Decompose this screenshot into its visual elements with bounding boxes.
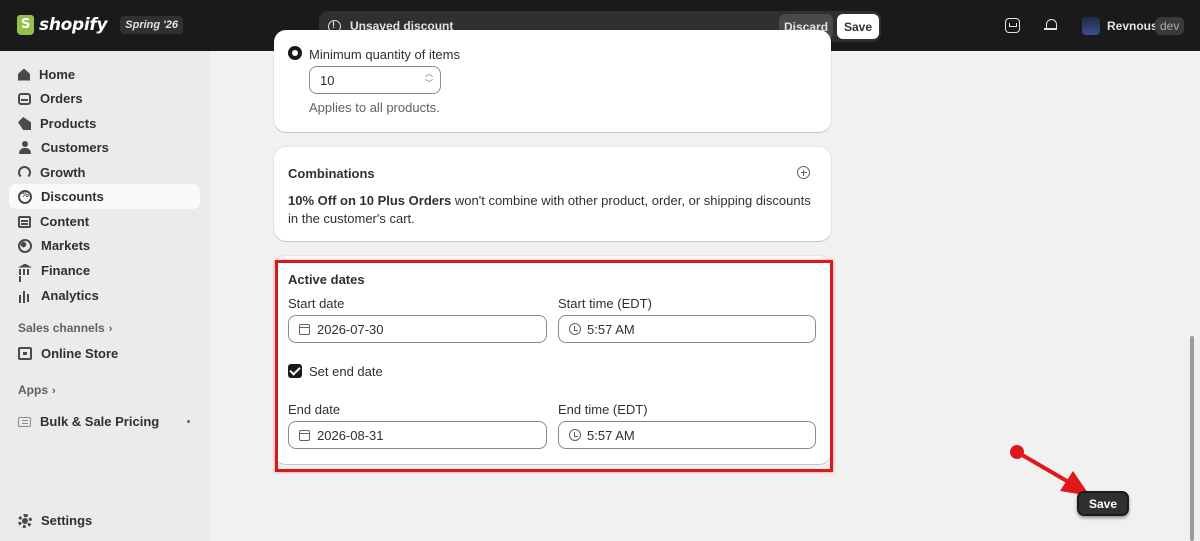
annotation-arrow: [1015, 450, 1090, 496]
scrollbar-thumb[interactable]: [1190, 336, 1194, 541]
arrow-origin-dot: [1010, 445, 1024, 459]
arrow-shaft: [1015, 450, 1074, 486]
floating-save-button[interactable]: Save: [1077, 491, 1130, 516]
